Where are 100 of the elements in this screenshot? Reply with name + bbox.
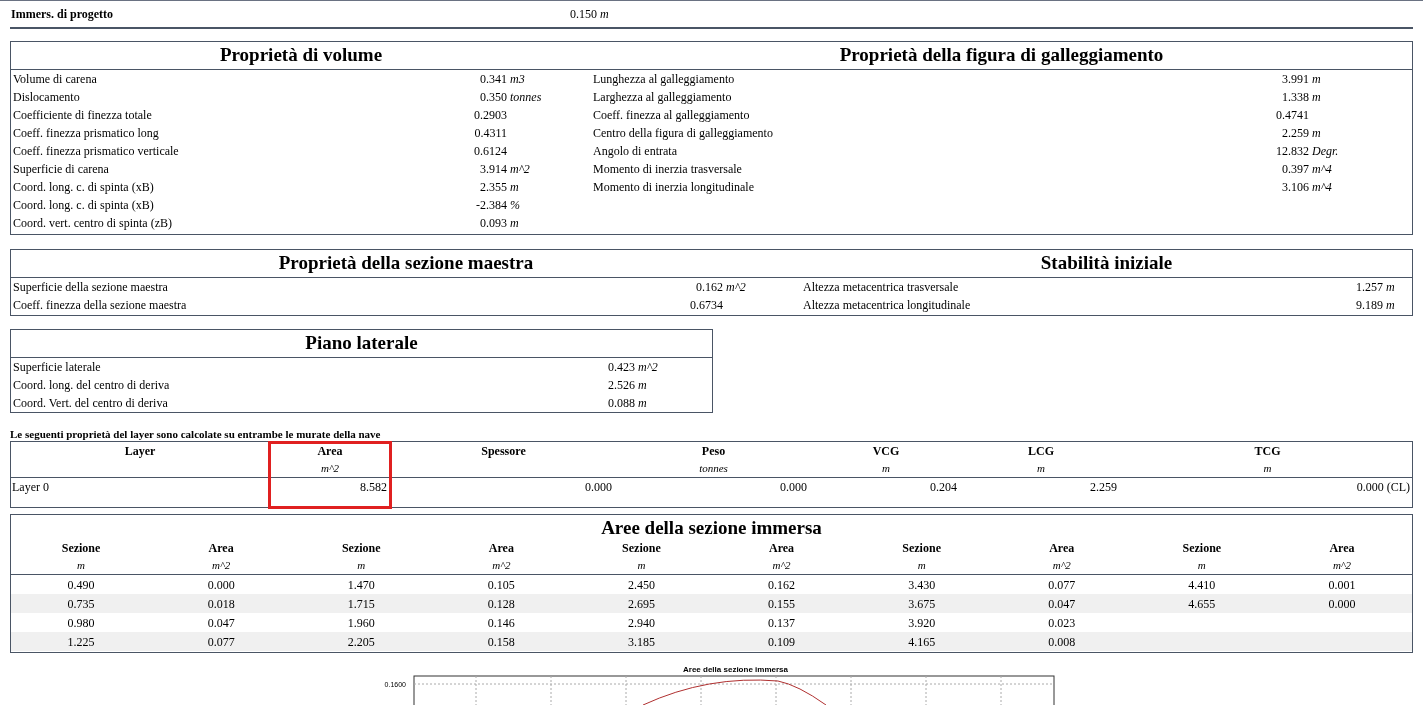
table-cell-text: 1.715 xyxy=(347,595,375,613)
table-cell-text: 0.158 xyxy=(487,633,515,651)
unit-text: m^2 xyxy=(492,558,511,574)
value-text: 0.6124 xyxy=(473,143,507,160)
table-cell-text: 1.960 xyxy=(347,614,375,632)
value-text: 0.093 xyxy=(479,215,507,232)
column-header: Area xyxy=(769,540,795,557)
unit-text: m xyxy=(638,377,647,394)
property-label: Coeff. finezza prismatico verticale xyxy=(13,143,180,160)
column-header: Layer xyxy=(124,443,156,460)
value-text: 0.2903 xyxy=(473,107,507,124)
table-cell-text: 0.000 (CL) xyxy=(1356,479,1410,496)
value-text: 3.914 xyxy=(479,161,507,178)
property-label: Dislocamento xyxy=(13,89,81,106)
unit-text: m3 xyxy=(510,71,525,88)
value-text: 2.355 xyxy=(479,179,507,196)
table-cell-text: 0.047 xyxy=(207,614,235,632)
property-label: Coord. Vert. del centro di deriva xyxy=(13,395,169,412)
property-label: Superficie di carena xyxy=(13,161,110,178)
table-cell-text: 0.000 xyxy=(585,479,612,496)
value-text: 2.259 xyxy=(1281,125,1309,142)
unit-text: m^2 xyxy=(772,558,791,574)
unit-text: m xyxy=(510,215,519,232)
table-cell-text: 0.077 xyxy=(207,633,235,651)
unit-text: m xyxy=(77,558,85,574)
table-cell-text: 4.165 xyxy=(908,633,936,651)
table-cell-text: 0.490 xyxy=(67,576,95,594)
property-label: Centro della figura di galleggiamento xyxy=(593,125,774,142)
section-title: Proprietà della sezione maestra xyxy=(278,251,534,276)
unit-text: m^4 xyxy=(1312,161,1332,178)
value-text: 0.350 xyxy=(479,89,507,106)
property-label: Coeff. finezza al galleggiamento xyxy=(593,107,751,124)
table-cell-text: 0.735 xyxy=(67,595,95,613)
property-label: Coord. long. c. di spinta (xB) xyxy=(13,197,155,214)
table-cell-text: 0.000 xyxy=(207,576,235,594)
table-cell-text: 0.155 xyxy=(768,595,796,613)
table-cell-text: 0.077 xyxy=(1048,576,1076,594)
column-header: Area xyxy=(317,443,343,460)
value-text: 9.189 xyxy=(1355,297,1383,314)
table-cell-text: 3.430 xyxy=(908,576,936,594)
table-cell-text: 1.225 xyxy=(67,633,95,651)
property-label: Larghezza al galleggiamento xyxy=(593,89,733,106)
section-title: Aree della sezione immersa xyxy=(601,517,822,539)
column-header: Area xyxy=(208,540,234,557)
unit-text: m xyxy=(1263,461,1272,477)
unit-text: m^2 xyxy=(1052,558,1071,574)
unit-text: m xyxy=(1386,279,1395,296)
unit-text: m xyxy=(1312,125,1321,142)
unit-text: m xyxy=(1312,71,1321,88)
unit-text: tonnes xyxy=(510,89,542,106)
chart-title: Aree della sezione immersa xyxy=(683,665,788,675)
value-text: 0.4311 xyxy=(473,125,507,142)
value-text: 0.423 xyxy=(607,359,635,376)
column-header: Area xyxy=(488,540,514,557)
table-cell-text: 0.000 xyxy=(1328,595,1356,613)
value-text: 3.991 xyxy=(1281,71,1309,88)
table-cell-text: Layer 0 xyxy=(12,479,49,496)
table-cell-text: 0.047 xyxy=(1048,595,1076,613)
property-label: Coord. long. c. di spinta (xB) xyxy=(13,179,155,196)
unit-text: m^2 xyxy=(638,359,658,376)
property-label: Angolo di entrata xyxy=(593,143,678,160)
value-text: 0.341 xyxy=(479,71,507,88)
column-header: VCG xyxy=(872,443,900,460)
column-header: Area xyxy=(1049,540,1075,557)
value-text: 1.338 xyxy=(1281,89,1309,106)
column-header: Sezione xyxy=(622,540,661,557)
unit-text: m xyxy=(1386,297,1395,314)
table-cell-text: 2.695 xyxy=(627,595,655,613)
property-label: Altezza metacentrica longitudinale xyxy=(803,297,972,314)
unit-text: m^2 xyxy=(1332,558,1351,574)
section-title: Stabilità iniziale xyxy=(1040,251,1173,276)
table-cell-text: 0.000 xyxy=(780,479,807,496)
value-text: 2.526 xyxy=(607,377,635,394)
table-cell-text: 0.109 xyxy=(768,633,796,651)
property-label: Coefficiente di finezza totale xyxy=(13,107,153,124)
table-cell-text: 0.204 xyxy=(930,479,957,496)
unit-text: m xyxy=(1037,461,1045,477)
table-cell-text: 2.450 xyxy=(627,576,655,594)
table-cell-text: 0.137 xyxy=(768,614,796,632)
table-cell-text: 0.128 xyxy=(487,595,515,613)
column-header: Sezione xyxy=(1182,540,1222,557)
unit-text: Degr. xyxy=(1312,143,1339,160)
property-label: Immers. di progetto xyxy=(11,6,115,23)
section-title: Proprietà di volume xyxy=(219,43,383,68)
unit-text: tonnes xyxy=(699,461,728,477)
unit-text: m xyxy=(637,558,646,574)
value-text: 0.088 xyxy=(607,395,635,412)
table-cell-text: 0.146 xyxy=(487,614,515,632)
unit-text: m xyxy=(882,461,890,477)
column-header: TCG xyxy=(1254,443,1281,460)
property-label: Superficie della sezione maestra xyxy=(13,279,169,296)
unit-text: m xyxy=(357,558,366,574)
column-header: LCG xyxy=(1028,443,1054,460)
column-header: Sezione xyxy=(61,540,101,557)
property-label: Altezza metacentrica trasversale xyxy=(803,279,960,296)
unit-text: m^4 xyxy=(1312,179,1332,196)
table-cell-text: 3.675 xyxy=(908,595,936,613)
property-label: Coord. vert. centro di spinta (zB) xyxy=(13,215,173,232)
table-cell-text: 0.018 xyxy=(207,595,235,613)
unit-text: m xyxy=(510,179,519,196)
